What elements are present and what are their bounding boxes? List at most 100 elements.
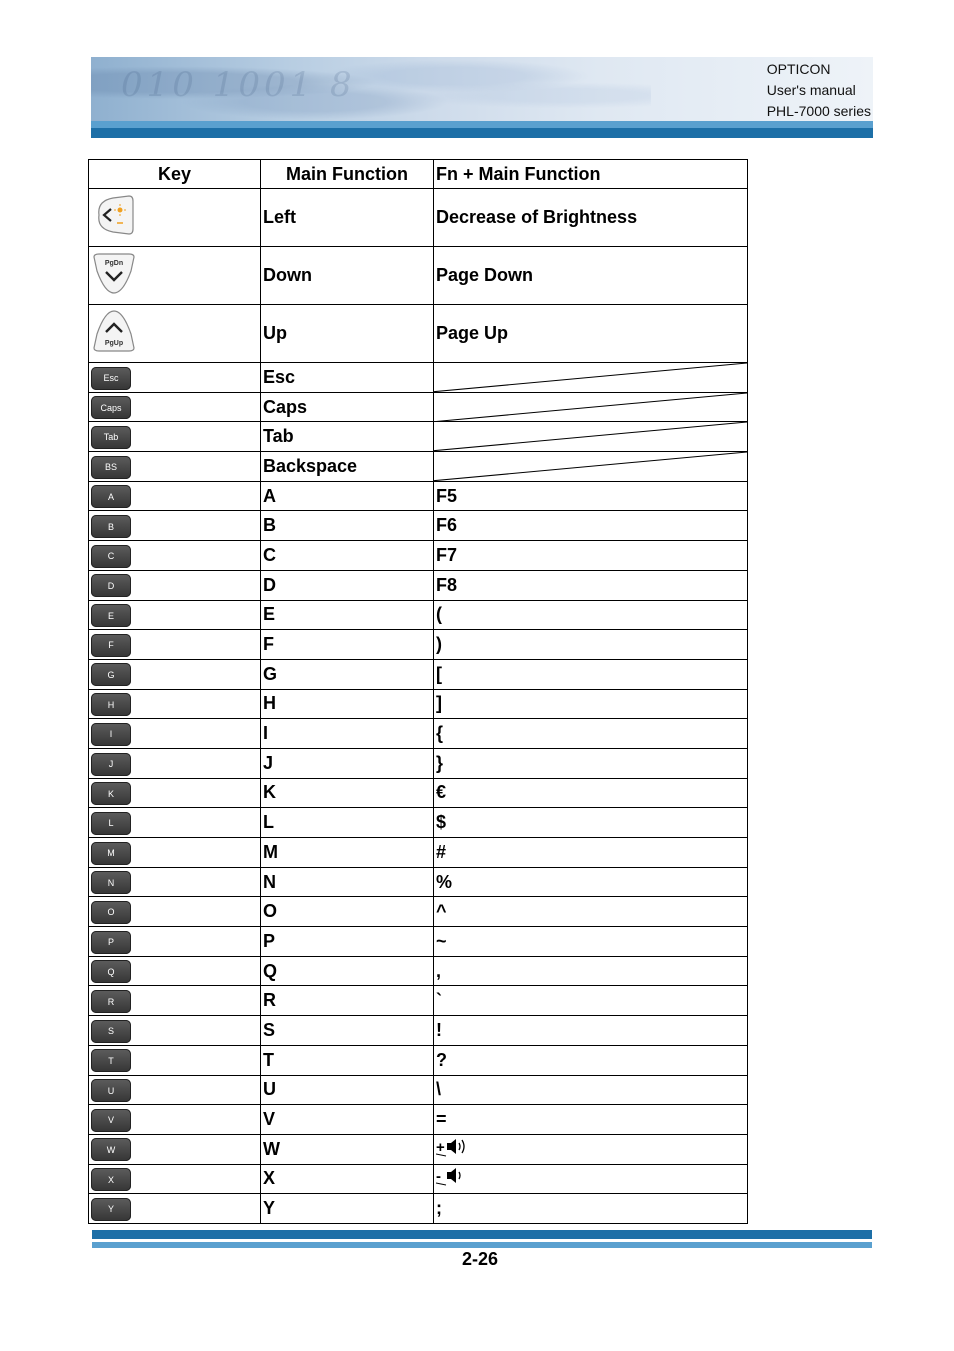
main-function-cell: L	[260, 807, 434, 838]
u-key-icon: U	[91, 1079, 131, 1103]
v-key-icon: V	[91, 1108, 131, 1132]
a-key-icon: A	[91, 485, 131, 509]
key-cell: P	[88, 926, 261, 957]
key-cell: G	[88, 658, 261, 690]
caps-key-icon: Caps	[91, 396, 131, 420]
fn-function-cell: Decrease of Brightness	[433, 188, 748, 247]
main-function-cell: F	[260, 629, 434, 660]
table-row: G G[	[88, 658, 748, 690]
svg-text:PgUp: PgUp	[105, 340, 123, 347]
c-key-icon: C	[91, 544, 131, 568]
fn-function-cell: (	[433, 599, 748, 631]
o-key-icon: O	[91, 900, 131, 924]
key-cell: C	[88, 540, 261, 571]
header-banner: 010 1001 8 OPTICON User's manual PHL-700…	[91, 57, 873, 138]
key-cell: H	[88, 688, 261, 720]
main-function-cell: Backspace	[260, 451, 434, 482]
fn-function-cell: !	[433, 1015, 748, 1046]
main-function-cell: S	[260, 1015, 434, 1046]
fn-function-cell: {	[433, 718, 748, 749]
key-cell: Caps	[88, 391, 261, 423]
table-row: P P ~	[88, 926, 748, 957]
fn-function-cell: $	[433, 807, 748, 838]
footer-stripe-light	[92, 1242, 872, 1248]
fn-function-cell: Page Up	[433, 304, 748, 363]
fn-function-cell: ^	[433, 896, 748, 928]
key-cell: K	[88, 777, 261, 809]
main-function-cell: U	[260, 1074, 434, 1106]
table-row: K K €	[88, 777, 748, 809]
s-key-icon: S	[91, 1019, 131, 1043]
table-row: A A F5	[88, 480, 748, 512]
table-row: F F)	[88, 629, 748, 660]
d-key-icon: D	[91, 574, 131, 598]
table-row: U U \	[88, 1074, 748, 1106]
key-cell: D	[88, 569, 261, 601]
fn-function-cell: F5	[433, 480, 748, 512]
fn-function-cell: F7	[433, 540, 748, 571]
fn-function-cell-empty	[433, 362, 748, 393]
table-row: Left Decrease of Brightness	[88, 188, 748, 247]
w-key-icon: W	[91, 1138, 131, 1162]
header-series: PHL-7000 series	[766, 103, 871, 119]
table-header-row: Key Main Function Fn + Main Function	[88, 159, 748, 189]
footer-stripe-dark	[92, 1230, 872, 1239]
key-cell: N	[88, 866, 261, 898]
main-function-cell: G	[260, 658, 434, 690]
main-function-cell: Esc	[260, 362, 434, 393]
fn-function-cell: €	[433, 777, 748, 809]
main-function-cell: Q	[260, 955, 434, 987]
key-cell: Tab	[88, 421, 261, 453]
table-row: L L $	[88, 807, 748, 838]
table-row: I I{	[88, 718, 748, 749]
header-text: OPTICON User's manual PHL-7000 series	[767, 59, 871, 122]
header-manual: User's manual	[766, 82, 856, 98]
table-row: N N%	[88, 866, 748, 898]
page-number: 2-26	[462, 1249, 499, 1269]
fn-function-cell-empty	[433, 421, 748, 453]
main-function-cell: R	[260, 985, 434, 1017]
key-cell: PgDn	[88, 246, 261, 305]
key-cell: W	[88, 1133, 261, 1165]
main-function-cell: Tab	[260, 421, 434, 453]
x-key-icon: X	[91, 1168, 131, 1192]
key-function-table: Key Main Function Fn + Main Function Lef…	[88, 159, 748, 1224]
table-row: W W +	[88, 1133, 748, 1165]
key-cell: M	[88, 837, 261, 868]
bs-key-icon: BS	[91, 455, 131, 479]
main-function-cell: H	[260, 688, 434, 720]
svg-text:-: -	[436, 1168, 441, 1185]
main-function-cell: Caps	[260, 391, 434, 423]
key-cell: O	[88, 896, 261, 928]
table-row: Y Y;	[88, 1193, 748, 1224]
main-function-cell: O	[260, 896, 434, 928]
table-row: M M #	[88, 837, 748, 868]
key-cell: Esc	[88, 362, 261, 393]
fn-function-cell: -	[433, 1163, 748, 1195]
main-function-cell: Down	[260, 246, 434, 305]
j-key-icon: J	[91, 752, 131, 776]
column-header-main-function: Main Function	[260, 159, 434, 189]
table-row: V V =	[88, 1104, 748, 1135]
fn-function-cell-empty	[433, 391, 748, 423]
table-row: D D F8	[88, 569, 748, 601]
svg-text:+: +	[436, 1139, 445, 1156]
table-row: Esc Esc	[88, 362, 748, 393]
table-row: BS Backspace	[88, 451, 748, 482]
fn-function-cell: %	[433, 866, 748, 898]
volume-down-icon: -	[436, 1166, 472, 1186]
main-function-cell: Up	[260, 304, 434, 363]
b-key-icon: B	[91, 515, 131, 539]
main-function-cell: B	[260, 510, 434, 542]
fn-function-cell: ?	[433, 1044, 748, 1076]
diagonal-strike-line	[434, 363, 747, 392]
m-key-icon: M	[91, 841, 131, 865]
main-function-cell: Y	[260, 1193, 434, 1224]
p-key-icon: P	[91, 930, 131, 954]
key-cell: V	[88, 1104, 261, 1135]
e-key-icon: E	[91, 604, 131, 628]
pgup-up-key-icon: PgUp	[91, 309, 137, 353]
table-row: S S!	[88, 1015, 748, 1046]
pgdn-down-key-icon: PgDn	[91, 251, 137, 295]
fn-function-cell: #	[433, 837, 748, 868]
